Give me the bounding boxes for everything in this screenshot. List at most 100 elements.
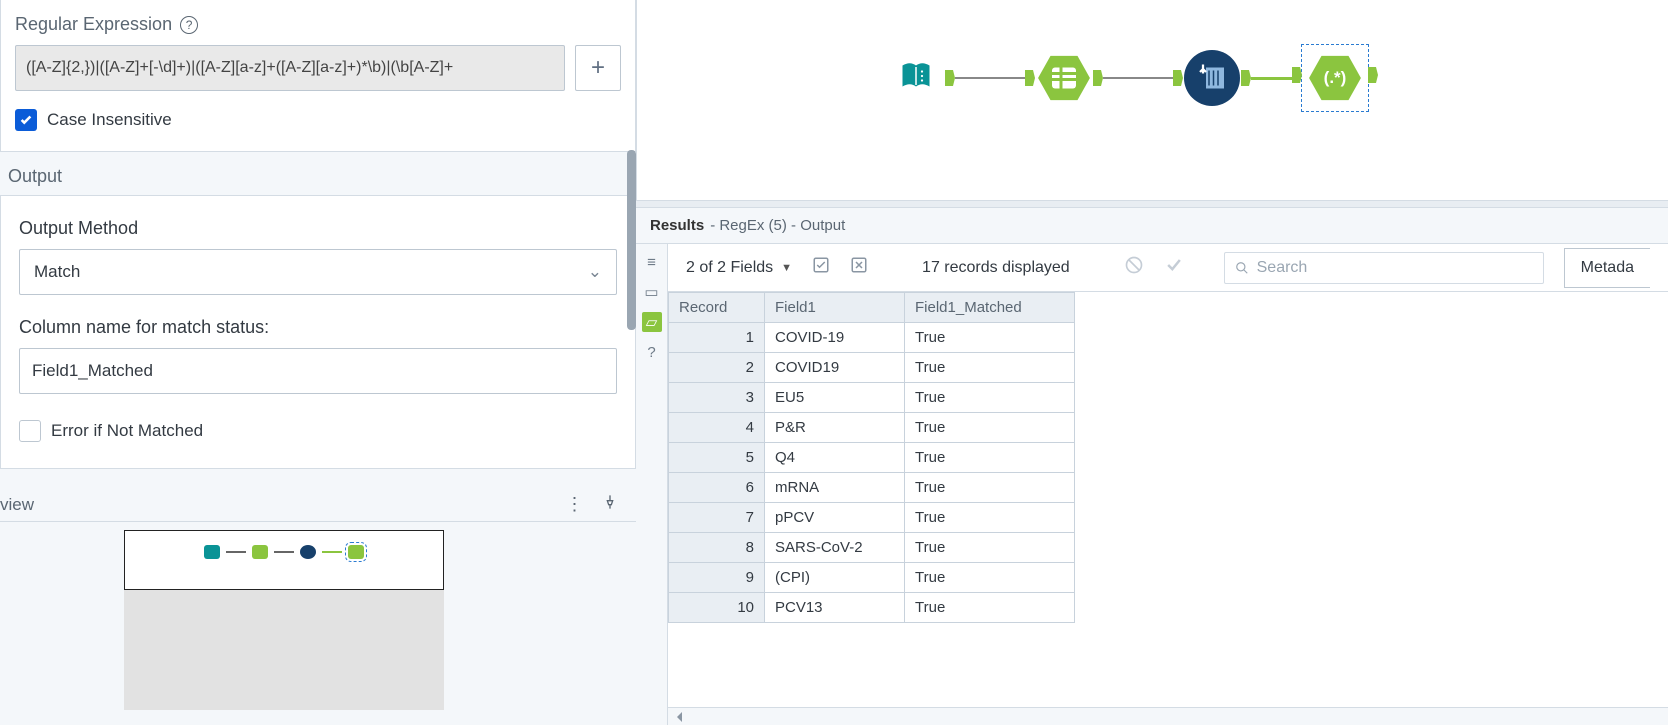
table-row[interactable]: 6mRNATrue	[669, 473, 1075, 503]
table-header-row: Record Field1 Field1_Matched	[669, 293, 1075, 323]
cell-record: 10	[669, 593, 765, 623]
cell-field1: EU5	[765, 383, 905, 413]
input-port[interactable]	[1025, 70, 1035, 86]
column-name-input[interactable]	[19, 348, 617, 394]
case-insensitive-checkbox[interactable]	[15, 109, 37, 131]
cell-record: 2	[669, 353, 765, 383]
connector	[955, 77, 1025, 79]
gutter-map-icon[interactable]: ▭	[642, 282, 662, 302]
table-icon	[1037, 54, 1091, 102]
regex-tool-selected[interactable]: (.*)	[1301, 44, 1369, 112]
book-icon	[898, 58, 934, 99]
output-method-select[interactable]: Match ⌄	[19, 249, 617, 295]
output-port[interactable]	[1093, 70, 1103, 86]
table-row[interactable]: 1COVID-19True	[669, 323, 1075, 353]
overview-bar: view ⋮	[0, 488, 636, 522]
sparkle-icon	[1184, 50, 1240, 106]
config-scrollbar[interactable]	[627, 150, 636, 330]
caret-down-icon: ▼	[781, 262, 792, 274]
cell-record: 8	[669, 533, 765, 563]
mini-node-regex	[348, 545, 364, 559]
results-title: Results	[650, 217, 704, 234]
mini-connector	[322, 551, 342, 553]
text-input-tool[interactable]	[1035, 49, 1093, 107]
column-name-label: Column name for match status:	[19, 317, 617, 338]
fields-dropdown[interactable]: 2 of 2 Fields ▼	[686, 259, 792, 277]
col-field1-matched[interactable]: Field1_Matched	[905, 293, 1075, 323]
results-table[interactable]: Record Field1 Field1_Matched 1COVID-19Tr…	[668, 292, 1075, 623]
table-row[interactable]: 2COVID19True	[669, 353, 1075, 383]
cell-field1: PCV13	[765, 593, 905, 623]
mini-node-input	[204, 545, 220, 559]
results-gutter: ≡ ▭ ▱ ?	[636, 244, 668, 725]
results-toolbar: 2 of 2 Fields ▼ 17 records displayed	[668, 244, 1668, 292]
workflow-flow: (.*)	[887, 44, 1369, 112]
overview-menu-icon[interactable]: ⋮	[566, 494, 584, 514]
cell-matched: True	[905, 353, 1075, 383]
workflow-canvas[interactable]: (.*)	[636, 0, 1668, 200]
results-body: ≡ ▭ ▱ ? 2 of 2 Fields ▼ 17 records displ…	[636, 244, 1668, 725]
cell-field1: COVID-19	[765, 323, 905, 353]
table-row[interactable]: 3EU5True	[669, 383, 1075, 413]
input-data-tool[interactable]	[887, 49, 945, 107]
pane-divider[interactable]	[636, 200, 1668, 208]
col-record[interactable]: Record	[669, 293, 765, 323]
config-panel: Regular Expression ? + Case Insensitive …	[0, 0, 636, 725]
help-icon[interactable]: ?	[180, 16, 198, 34]
cell-matched: True	[905, 563, 1075, 593]
mini-node-text	[252, 545, 268, 559]
gutter-help-icon[interactable]: ?	[642, 342, 662, 362]
cell-matched: True	[905, 503, 1075, 533]
cell-matched: True	[905, 383, 1075, 413]
cell-field1: mRNA	[765, 473, 905, 503]
apply-icon	[1164, 255, 1184, 280]
regex-card: Regular Expression ? + Case Insensitive	[0, 0, 636, 152]
cell-field1: SARS-CoV-2	[765, 533, 905, 563]
cell-record: 7	[669, 503, 765, 533]
cell-record: 3	[669, 383, 765, 413]
output-port[interactable]	[1241, 70, 1251, 86]
select-columns-icon[interactable]	[812, 256, 830, 279]
regex-icon: (.*)	[1308, 54, 1362, 102]
case-insensitive-label: Case Insensitive	[47, 110, 172, 130]
output-section-title: Output	[0, 152, 636, 195]
output-port[interactable]	[945, 70, 955, 86]
workspace-panel: (.*) Results - RegEx (5) - Output ≡ ▭ ▱ …	[636, 0, 1668, 725]
table-row[interactable]: 8SARS-CoV-2True	[669, 533, 1075, 563]
input-port[interactable]	[1173, 70, 1183, 86]
add-regex-button[interactable]: +	[575, 45, 621, 91]
error-if-not-matched-checkbox[interactable]	[19, 420, 41, 442]
overview-canvas-bg	[124, 590, 444, 710]
table-row[interactable]: 9(CPI)True	[669, 563, 1075, 593]
gutter-output-icon[interactable]: ▱	[642, 312, 662, 332]
overview-label: view	[0, 495, 34, 515]
data-cleanse-tool[interactable]	[1183, 49, 1241, 107]
cell-field1: COVID19	[765, 353, 905, 383]
metadata-button[interactable]: Metada	[1564, 248, 1650, 288]
cell-record: 5	[669, 443, 765, 473]
cell-field1: Q4	[765, 443, 905, 473]
cell-matched: True	[905, 413, 1075, 443]
cell-matched: True	[905, 533, 1075, 563]
connector	[1103, 77, 1173, 79]
regex-label-text: Regular Expression	[15, 14, 172, 35]
cell-record: 9	[669, 563, 765, 593]
table-row[interactable]: 4P&RTrue	[669, 413, 1075, 443]
mini-node-cleanse	[300, 545, 316, 559]
table-row[interactable]: 7pPCVTrue	[669, 503, 1075, 533]
results-grid-wrap: 2 of 2 Fields ▼ 17 records displayed	[668, 244, 1668, 725]
input-port[interactable]	[1292, 67, 1302, 83]
col-field1[interactable]: Field1	[765, 293, 905, 323]
results-horizontal-scrollbar[interactable]	[668, 707, 1668, 725]
table-row[interactable]: 5Q4True	[669, 443, 1075, 473]
gutter-list-icon[interactable]: ≡	[642, 252, 662, 272]
table-row[interactable]: 10PCV13True	[669, 593, 1075, 623]
results-search[interactable]: Search	[1224, 252, 1544, 284]
overview-minimap[interactable]	[124, 530, 444, 590]
pin-icon[interactable]	[602, 494, 618, 514]
regex-input[interactable]	[15, 45, 565, 91]
output-port[interactable]	[1368, 67, 1378, 83]
results-path: - RegEx (5) - Output	[710, 217, 845, 234]
clear-columns-icon[interactable]	[850, 256, 868, 279]
results-header: Results - RegEx (5) - Output	[636, 208, 1668, 244]
